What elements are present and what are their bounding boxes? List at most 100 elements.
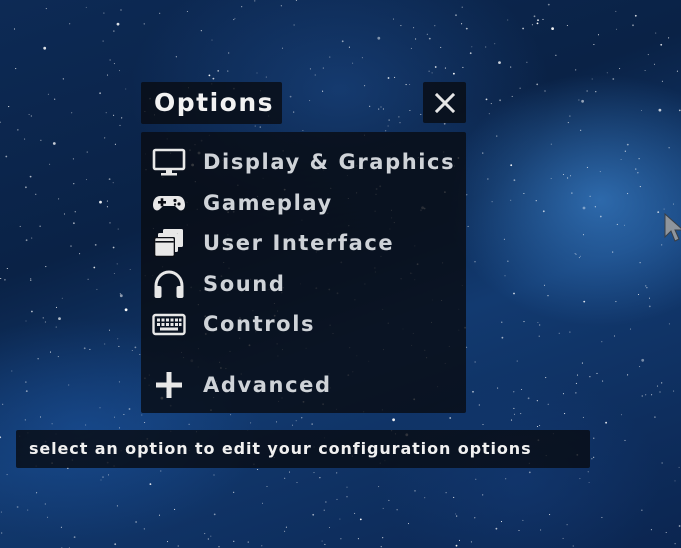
star <box>45 266 47 268</box>
star <box>620 414 623 416</box>
star <box>5 155 8 158</box>
star <box>490 103 492 105</box>
star <box>591 458 593 460</box>
star <box>542 210 545 213</box>
star <box>594 206 596 208</box>
star <box>24 138 26 140</box>
star <box>581 362 583 364</box>
star <box>593 43 595 46</box>
star <box>0 511 2 513</box>
menu-item-advanced[interactable]: Advanced <box>141 366 466 404</box>
star <box>661 80 663 82</box>
star <box>233 540 235 542</box>
star <box>474 517 476 519</box>
star <box>174 508 176 510</box>
star <box>380 106 382 108</box>
star <box>261 502 264 504</box>
star <box>455 544 458 547</box>
star <box>445 492 447 494</box>
star <box>113 63 115 65</box>
menu-item-gameplay[interactable]: Gameplay <box>141 184 466 222</box>
star <box>186 10 188 13</box>
star <box>39 416 42 418</box>
star <box>158 514 161 516</box>
star <box>562 173 565 176</box>
star <box>11 370 13 372</box>
star <box>39 225 41 227</box>
star <box>131 349 133 352</box>
star <box>188 423 190 425</box>
star <box>650 529 652 531</box>
star <box>627 374 629 376</box>
star <box>466 194 468 196</box>
close-x-icon <box>434 92 455 113</box>
star <box>547 3 550 6</box>
star <box>654 416 656 418</box>
star <box>619 68 621 70</box>
star <box>501 336 504 339</box>
star <box>513 391 515 393</box>
close-button[interactable] <box>423 82 466 123</box>
star <box>678 525 681 527</box>
star <box>413 27 415 29</box>
star <box>85 179 88 181</box>
star <box>44 503 46 505</box>
star <box>569 331 571 333</box>
star <box>520 388 523 391</box>
star <box>455 513 457 515</box>
menu-item-user-interface[interactable]: User Interface <box>141 224 466 262</box>
star <box>31 237 33 239</box>
star <box>668 37 670 39</box>
star <box>668 323 670 325</box>
star <box>579 478 581 480</box>
star <box>8 106 10 108</box>
star <box>639 186 641 188</box>
space-background: Options Display & Graphics Gameplay User… <box>0 0 681 548</box>
star <box>599 215 602 218</box>
star <box>109 59 111 61</box>
star <box>89 348 91 350</box>
menu-item-label: Controls <box>203 312 316 336</box>
star <box>645 394 647 396</box>
star <box>567 177 569 179</box>
menu-item-display-graphics[interactable]: Display & Graphics <box>141 143 466 181</box>
star <box>678 109 681 112</box>
star <box>596 372 598 374</box>
star <box>648 297 651 299</box>
star <box>444 67 446 69</box>
star <box>54 98 56 100</box>
options-title: Options <box>141 82 282 124</box>
star <box>639 366 641 368</box>
star <box>233 19 235 21</box>
star <box>516 360 518 362</box>
star <box>575 392 577 394</box>
star <box>378 108 380 110</box>
star <box>647 54 649 56</box>
star <box>113 30 115 32</box>
star <box>116 263 118 265</box>
star <box>141 414 143 416</box>
star <box>453 496 455 498</box>
star <box>129 268 131 271</box>
star <box>73 536 76 538</box>
star <box>539 424 541 427</box>
star <box>40 139 42 141</box>
star <box>482 423 484 426</box>
star <box>637 293 640 296</box>
menu-item-controls[interactable]: Controls <box>141 305 466 343</box>
star <box>295 420 297 422</box>
star <box>641 509 643 511</box>
star <box>470 541 472 543</box>
star <box>359 518 362 521</box>
star <box>204 533 206 535</box>
star <box>545 377 547 379</box>
menu-item-label: Sound <box>203 272 286 296</box>
star <box>112 246 115 249</box>
star <box>43 46 47 50</box>
menu-item-sound[interactable]: Sound <box>141 265 466 303</box>
star <box>475 478 477 480</box>
star <box>440 46 442 48</box>
star <box>496 135 498 137</box>
star <box>328 526 331 529</box>
star <box>106 200 108 202</box>
